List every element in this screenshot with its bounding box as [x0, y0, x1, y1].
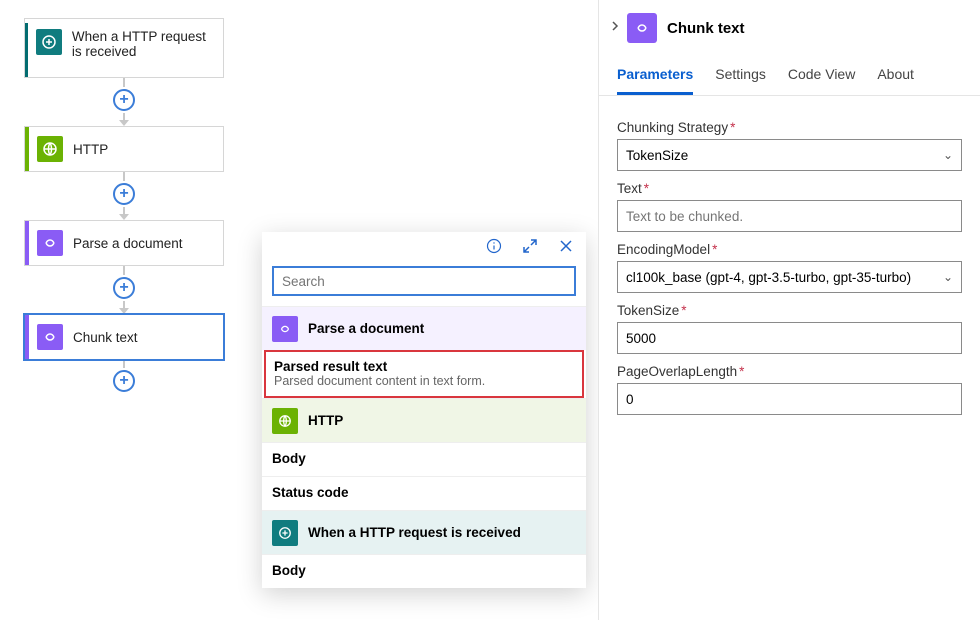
- chunking-strategy-label: Chunking Strategy*: [617, 120, 962, 135]
- token-size-label: TokenSize*: [617, 303, 962, 318]
- tab-parameters[interactable]: Parameters: [617, 56, 693, 95]
- node-label: Parse a document: [73, 236, 183, 251]
- search-input[interactable]: [272, 266, 576, 296]
- collapse-panel-button[interactable]: [603, 19, 627, 37]
- node-label: When a HTTP request is received: [72, 29, 215, 59]
- text-input[interactable]: [617, 200, 962, 232]
- node-accent: [25, 315, 29, 359]
- close-icon[interactable]: [556, 236, 576, 256]
- token-size-input[interactable]: [617, 322, 962, 354]
- text-label: Text*: [617, 181, 962, 196]
- item-desc: Parsed document content in text form.: [274, 374, 574, 388]
- dynamic-item-body[interactable]: Body: [262, 442, 586, 476]
- request-icon: [36, 29, 62, 55]
- flow-node-chunk-text[interactable]: Chunk text: [24, 314, 224, 360]
- side-panel: Chunk text Parameters Settings Code View…: [598, 0, 980, 620]
- connector: +: [24, 172, 224, 220]
- http-icon: [37, 136, 63, 162]
- node-label: Chunk text: [73, 330, 138, 345]
- flow-node-parse-document[interactable]: Parse a document: [24, 220, 224, 266]
- tab-about[interactable]: About: [877, 56, 914, 95]
- add-step-button[interactable]: +: [113, 183, 135, 205]
- item-title: Parsed result text: [274, 359, 574, 374]
- dynamic-section-parse-document[interactable]: Parse a document: [262, 306, 586, 350]
- flow-node-http-trigger[interactable]: When a HTTP request is received: [24, 18, 224, 78]
- item-title: Body: [272, 451, 576, 466]
- add-step-button[interactable]: +: [113, 370, 135, 392]
- node-accent: [25, 127, 29, 171]
- encoding-model-label: EncodingModel*: [617, 242, 962, 257]
- dynamic-item-status-code[interactable]: Status code: [262, 476, 586, 510]
- dynamic-section-http[interactable]: HTTP: [262, 398, 586, 442]
- connector: +: [24, 360, 224, 394]
- node-accent: [25, 23, 28, 77]
- connector: +: [24, 266, 224, 314]
- connector: +: [24, 78, 224, 126]
- chunk-icon: [37, 324, 63, 350]
- item-title: Body: [272, 563, 576, 578]
- flow-node-http[interactable]: HTTP: [24, 126, 224, 172]
- chevron-down-icon: ⌄: [943, 270, 953, 284]
- panel-title: Chunk text: [667, 20, 745, 37]
- section-title: HTTP: [308, 413, 343, 428]
- encoding-model-select[interactable]: cl100k_base (gpt-4, gpt-3.5-turbo, gpt-3…: [617, 261, 962, 293]
- parse-icon: [272, 316, 298, 342]
- http-icon: [272, 408, 298, 434]
- dynamic-item-parsed-result-text[interactable]: Parsed result text Parsed document conte…: [264, 350, 584, 398]
- dynamic-content-popup: Parse a document Parsed result text Pars…: [262, 232, 586, 588]
- node-label: HTTP: [73, 142, 108, 157]
- dynamic-section-request-trigger[interactable]: When a HTTP request is received: [262, 510, 586, 554]
- add-step-button[interactable]: +: [113, 89, 135, 111]
- page-overlap-length-input[interactable]: [617, 383, 962, 415]
- tab-settings[interactable]: Settings: [715, 56, 766, 95]
- section-title: When a HTTP request is received: [308, 525, 521, 540]
- chunk-icon: [627, 13, 657, 43]
- panel-tabs: Parameters Settings Code View About: [599, 56, 980, 96]
- expand-icon[interactable]: [520, 236, 540, 256]
- section-title: Parse a document: [308, 321, 424, 336]
- add-step-button[interactable]: +: [113, 277, 135, 299]
- request-icon: [272, 520, 298, 546]
- page-overlap-length-label: PageOverlapLength*: [617, 364, 962, 379]
- node-accent: [25, 221, 29, 265]
- dynamic-item-body[interactable]: Body: [262, 554, 586, 588]
- tab-code-view[interactable]: Code View: [788, 56, 855, 95]
- parse-icon: [37, 230, 63, 256]
- chevron-down-icon: ⌄: [943, 148, 953, 162]
- item-title: Status code: [272, 485, 576, 500]
- chunking-strategy-select[interactable]: TokenSize ⌄: [617, 139, 962, 171]
- info-icon[interactable]: [484, 236, 504, 256]
